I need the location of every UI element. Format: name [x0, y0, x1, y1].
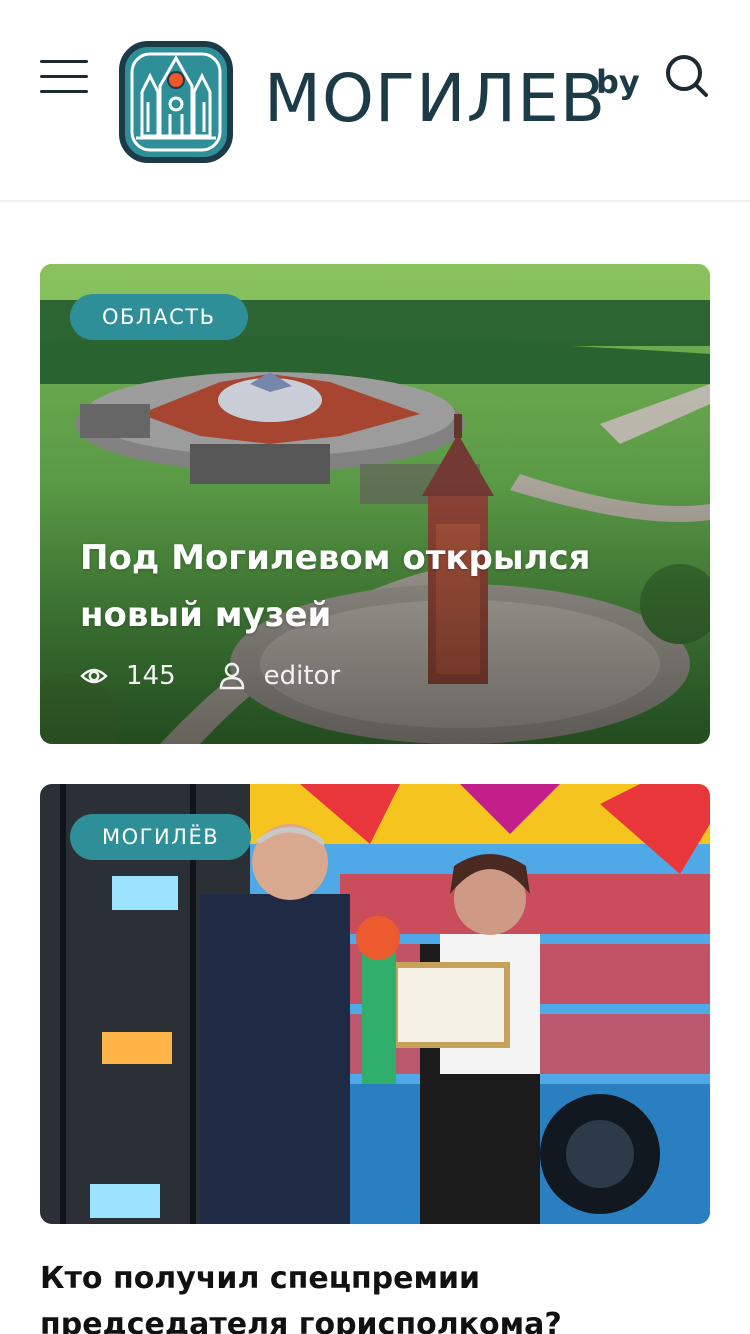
views-count: 145: [126, 661, 176, 691]
author-link[interactable]: editor: [264, 661, 341, 691]
article-title[interactable]: Под Могилевом открылся новый музей: [80, 530, 680, 644]
category-badge[interactable]: ОБЛАСТЬ: [70, 294, 248, 340]
site-header: МОГИЛЕВ by: [0, 0, 750, 202]
logo-domain-suffix: by: [596, 63, 640, 101]
city-emblem-icon: [119, 41, 233, 163]
article-title[interactable]: Кто получил спецпремии председателя гори…: [40, 1256, 720, 1334]
featured-article-card[interactable]: ОБЛАСТЬ Под Могилевом открылся новый муз…: [40, 264, 710, 744]
logo-wordmark: МОГИЛЕВ: [264, 60, 607, 137]
user-icon: [219, 662, 244, 690]
hamburger-menu-icon[interactable]: [40, 60, 88, 94]
eye-icon: [80, 668, 108, 684]
category-badge[interactable]: МОГИЛЁВ: [70, 814, 252, 860]
search-icon[interactable]: [664, 54, 710, 98]
article-meta: 145 editor: [80, 658, 340, 694]
article-card[interactable]: МОГИЛЁВ: [40, 784, 710, 1224]
